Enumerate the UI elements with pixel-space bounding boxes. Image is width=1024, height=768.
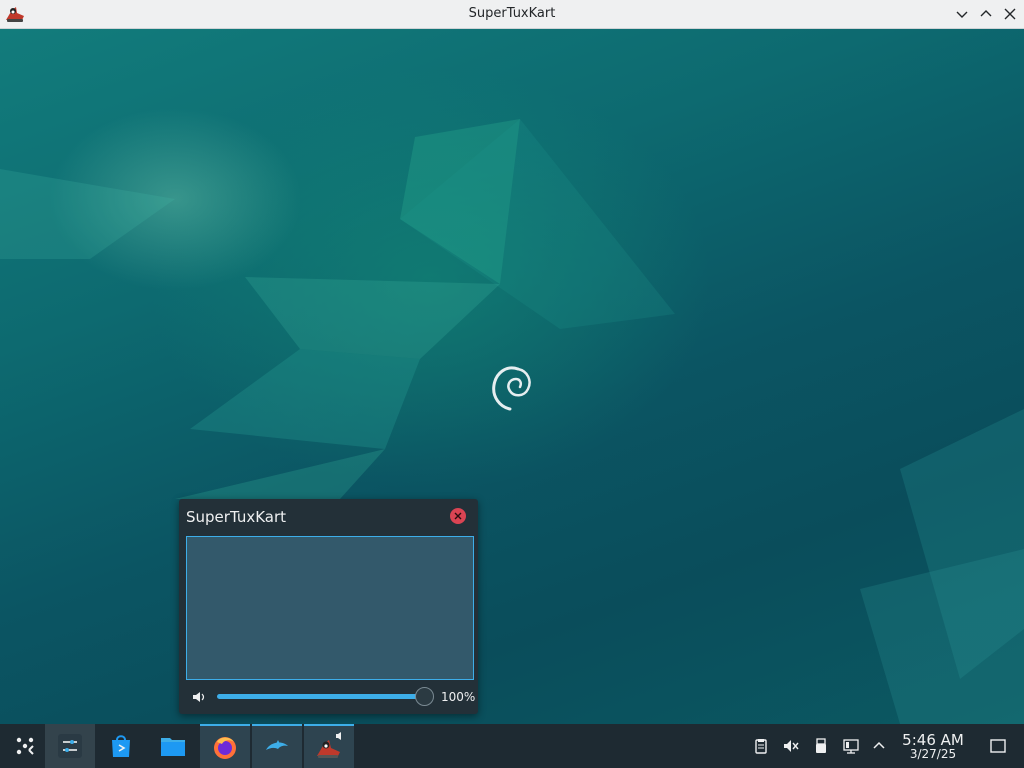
taskbar: 5:46 AM 3/27/25 [0,724,1024,768]
firefox-icon[interactable] [200,724,250,768]
system-settings-icon[interactable] [45,724,95,768]
speaker-icon[interactable] [192,689,206,703]
volume-slider-handle[interactable] [415,687,434,706]
close-icon[interactable] [450,508,466,524]
expand-tray-icon[interactable] [869,736,889,756]
volume-slider[interactable] [217,694,427,699]
maximize-icon[interactable] [977,5,995,23]
clipboard-icon[interactable] [751,736,771,756]
volume-muted-icon[interactable] [781,736,801,756]
usb-device-icon[interactable] [811,736,831,756]
volume-percent: 100% [441,690,476,704]
volume-popup: SuperTuxKart 100% [179,499,478,714]
file-manager-icon[interactable] [148,724,198,768]
app-launcher-icon[interactable] [0,724,50,768]
window-title: SuperTuxKart [468,6,556,21]
desktop-wallpaper [0,29,1024,724]
minimize-icon[interactable] [953,5,971,23]
close-icon[interactable] [1001,5,1019,23]
dolphin-emulator-icon[interactable] [252,724,302,768]
show-desktop-icon[interactable] [988,736,1008,756]
discover-icon[interactable] [96,724,146,768]
window-titlebar[interactable]: SuperTuxKart [0,0,1024,29]
debian-swirl-logo [488,359,536,413]
supertuxkart-icon[interactable] [304,724,354,768]
clock-time: 5:46 AM [902,731,964,749]
network-icon[interactable] [841,736,861,756]
popup-title: SuperTuxKart [186,508,287,526]
clock-date: 3/27/25 [909,747,957,761]
window-preview[interactable] [186,536,474,680]
clock[interactable]: 5:46 AM 3/27/25 [898,732,968,761]
